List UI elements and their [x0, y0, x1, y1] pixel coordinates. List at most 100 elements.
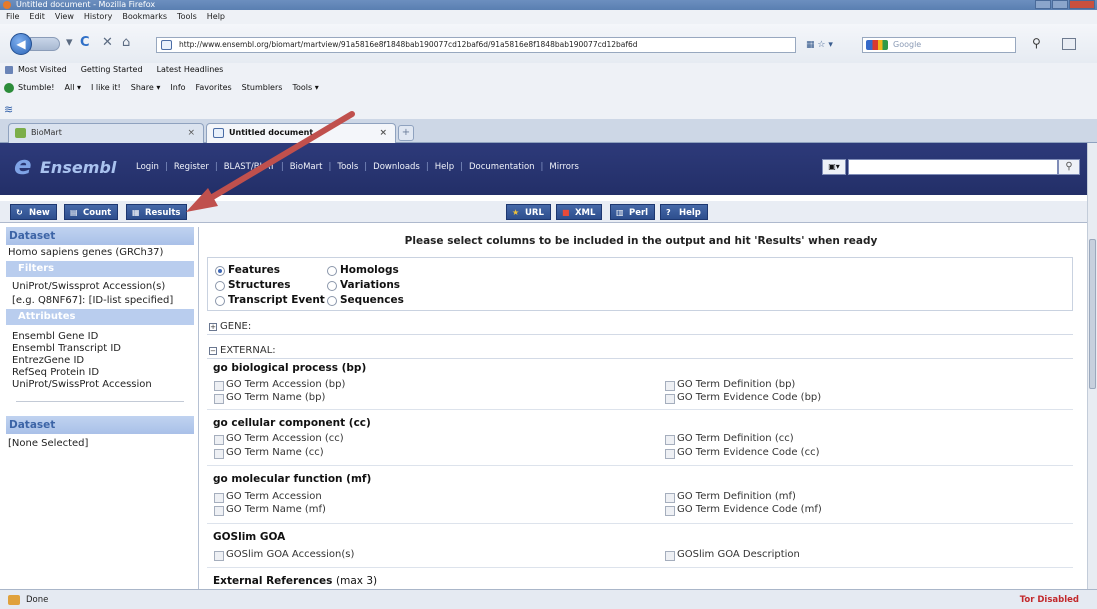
- results-button[interactable]: ▦ Results: [126, 204, 188, 220]
- nav-documentation[interactable]: Documentation: [469, 162, 535, 172]
- reload-icon[interactable]: C: [80, 35, 90, 50]
- ensembl-wordmark[interactable]: Ensembl: [40, 158, 116, 177]
- new-button[interactable]: ↻ New: [10, 204, 57, 220]
- sidebar-dataset-value[interactable]: Homo sapiens genes (GRCh37): [6, 247, 194, 259]
- tor-status[interactable]: Tor Disabled: [1020, 590, 1079, 609]
- url-button[interactable]: ★ URL: [506, 204, 551, 220]
- wifi-icon[interactable]: ≋: [4, 103, 13, 116]
- bookmark-latest-headlines[interactable]: Latest Headlines: [157, 63, 224, 77]
- checkbox-attribute[interactable]: GO Term Accession (cc): [213, 433, 344, 445]
- sidebar-attribute-item[interactable]: UniProt/SwissProt Accession: [6, 379, 194, 391]
- radio-structures[interactable]: Structures: [214, 279, 291, 291]
- stumble-all[interactable]: All ▾: [65, 77, 81, 99]
- stumble-info[interactable]: Info: [170, 77, 185, 99]
- checkbox-attribute[interactable]: GO Term Evidence Code (bp): [664, 392, 821, 404]
- menu-bookmarks[interactable]: Bookmarks: [122, 10, 167, 24]
- ensembl-logo[interactable]: e: [14, 151, 32, 181]
- xml-button[interactable]: ■ XML: [556, 204, 603, 220]
- radio-variations[interactable]: Variations: [326, 279, 400, 291]
- search-engine-box[interactable]: Google: [862, 37, 1016, 53]
- checkbox-attribute[interactable]: GOSlim GOA Description: [664, 549, 800, 561]
- url-dropdown-icon[interactable]: ▾: [828, 40, 833, 50]
- checkbox-attribute[interactable]: GO Term Accession: [213, 491, 322, 503]
- external-section-toggle[interactable]: − EXTERNAL:: [207, 343, 1073, 359]
- sidebar-attributes-head[interactable]: Attributes: [6, 309, 194, 325]
- bookmark-star-icon[interactable]: ☆: [817, 40, 825, 50]
- search-scope-dropdown[interactable]: ▣▾: [822, 159, 846, 175]
- google-icon[interactable]: [866, 40, 888, 50]
- help-button[interactable]: ? Help: [660, 204, 708, 220]
- ensembl-search-button[interactable]: ⚲: [1058, 159, 1080, 175]
- like-button[interactable]: I like it!: [91, 77, 121, 99]
- sidebar-attribute-item[interactable]: Ensembl Gene ID: [6, 331, 194, 343]
- sidebar-filter-line2[interactable]: [e.g. Q8NF67]: [ID-list specified]: [6, 295, 194, 307]
- sidebar-filter-line1[interactable]: UniProt/Swissprot Accession(s): [6, 281, 194, 293]
- feed-icon[interactable]: [1062, 38, 1076, 50]
- minimize-button[interactable]: [1035, 0, 1051, 9]
- nav-login[interactable]: Login: [136, 162, 159, 172]
- sidebar-attribute-item[interactable]: Ensembl Transcript ID: [6, 343, 194, 355]
- checkbox-attribute[interactable]: GO Term Definition (mf): [664, 491, 796, 503]
- home-icon[interactable]: ⌂: [122, 35, 130, 50]
- menu-help[interactable]: Help: [207, 10, 225, 24]
- sidebar-attribute-item[interactable]: RefSeq Protein ID: [6, 367, 194, 379]
- bookmark-most-visited[interactable]: Most Visited: [18, 63, 67, 77]
- menu-edit[interactable]: Edit: [29, 10, 45, 24]
- gene-section-toggle[interactable]: + GENE:: [207, 319, 1073, 335]
- sidebar-dataset2-value[interactable]: [None Selected]: [6, 438, 194, 450]
- checkbox-attribute[interactable]: GO Term Evidence Code (cc): [664, 447, 819, 459]
- sidebar-dataset-head[interactable]: Dataset: [6, 227, 194, 245]
- perl-button[interactable]: ▥ Perl: [610, 204, 656, 220]
- checkbox-attribute[interactable]: GO Term Accession (bp): [213, 379, 345, 391]
- menu-history[interactable]: History: [84, 10, 112, 24]
- stumble-tools[interactable]: Tools ▾: [292, 77, 318, 99]
- dropdown-icon[interactable]: ▾: [66, 35, 73, 50]
- checkbox-attribute[interactable]: GOSlim GOA Accession(s): [213, 549, 354, 561]
- checkbox-attribute[interactable]: GO Term Name (bp): [213, 392, 325, 404]
- nav-tools[interactable]: Tools: [337, 162, 358, 172]
- url-tools[interactable]: ▦ ☆ ▾: [806, 37, 858, 53]
- nav-downloads[interactable]: Downloads: [373, 162, 420, 172]
- menu-view[interactable]: View: [55, 10, 74, 24]
- checkbox-attribute[interactable]: GO Term Definition (cc): [664, 433, 794, 445]
- radio-transcript-event[interactable]: Transcript Event: [214, 294, 325, 306]
- checkbox-attribute[interactable]: GO Term Name (mf): [213, 504, 326, 516]
- ensembl-search-input[interactable]: [848, 159, 1058, 175]
- url-bar[interactable]: http://www.ensembl.org/biomart/martview/…: [156, 37, 796, 53]
- sidebar-attribute-item[interactable]: EntrezGene ID: [6, 355, 194, 367]
- checkbox-attribute[interactable]: GO Term Name (cc): [213, 447, 324, 459]
- close-button[interactable]: [1069, 0, 1095, 9]
- tab-close-icon[interactable]: ×: [187, 124, 195, 142]
- checkbox-attribute[interactable]: GO Term Definition (bp): [664, 379, 795, 391]
- sidebar-dataset2-head[interactable]: Dataset: [6, 416, 194, 434]
- tab-biomart[interactable]: BioMart ×: [8, 123, 204, 143]
- nav-register[interactable]: Register: [174, 162, 209, 172]
- stumble-stumblers[interactable]: Stumblers: [242, 77, 283, 99]
- menu-tools[interactable]: Tools: [177, 10, 197, 24]
- sidebar-filters-head[interactable]: Filters: [6, 261, 194, 277]
- tab-untitled-document[interactable]: Untitled document ×: [206, 123, 396, 143]
- stumble-button[interactable]: Stumble!: [18, 77, 55, 99]
- radio-homologs[interactable]: Homologs: [326, 264, 399, 276]
- radio-sequences[interactable]: Sequences: [326, 294, 404, 306]
- menu-file[interactable]: File: [6, 10, 19, 24]
- nav-help[interactable]: Help: [435, 162, 454, 172]
- tab-close-icon[interactable]: ×: [379, 124, 387, 142]
- rss-icon[interactable]: ▦: [806, 40, 815, 50]
- bookmark-getting-started[interactable]: Getting Started: [81, 63, 143, 77]
- back-button[interactable]: ◀: [10, 33, 32, 55]
- radio-features[interactable]: Features: [214, 264, 280, 276]
- forward-button[interactable]: [30, 37, 60, 51]
- stumble-share[interactable]: Share ▾: [131, 77, 161, 99]
- maximize-button[interactable]: [1052, 0, 1068, 9]
- stop-icon[interactable]: ✕: [102, 35, 113, 50]
- stumble-favorites[interactable]: Favorites: [196, 77, 232, 99]
- search-icon[interactable]: ⚲: [1032, 36, 1041, 50]
- nav-mirrors[interactable]: Mirrors: [549, 162, 578, 172]
- vertical-scrollbar[interactable]: [1087, 143, 1097, 589]
- count-button[interactable]: ▤ Count: [64, 204, 119, 220]
- new-tab-button[interactable]: +: [398, 125, 414, 141]
- scrollbar-thumb[interactable]: [1089, 239, 1096, 389]
- nav-biomart[interactable]: BioMart: [290, 162, 323, 172]
- nav-blast-blat[interactable]: BLAST/BLAT: [224, 162, 275, 172]
